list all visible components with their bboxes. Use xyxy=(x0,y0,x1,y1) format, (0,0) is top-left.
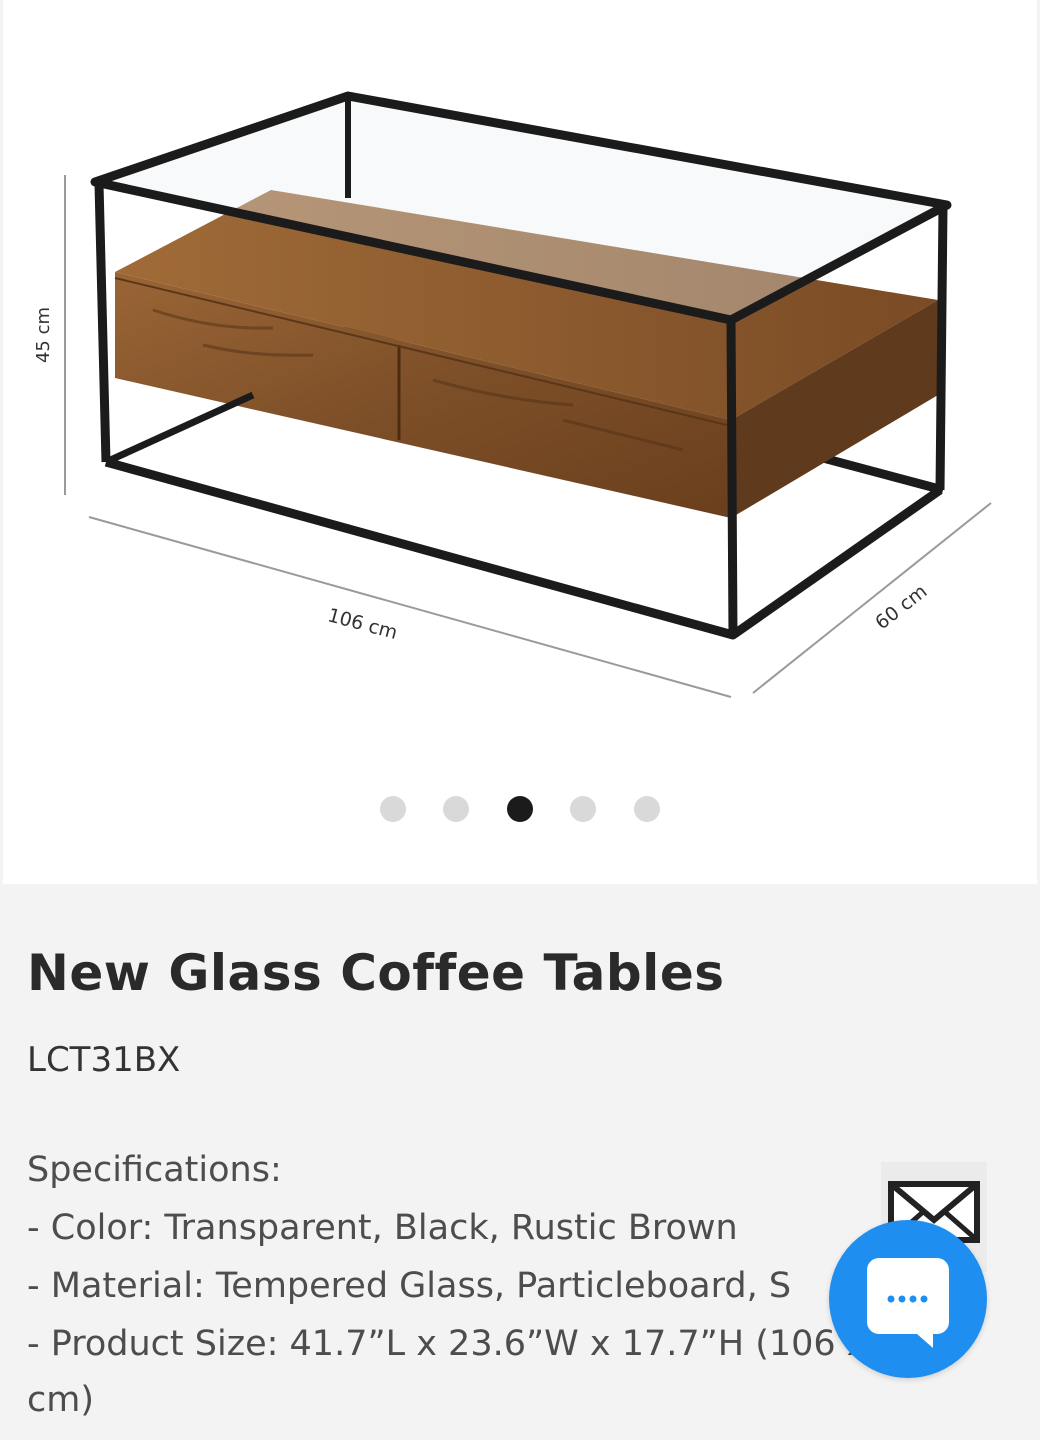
gallery-dot-4[interactable] xyxy=(570,796,596,822)
product-title: New Glass Coffee Tables xyxy=(27,944,725,1002)
spec-color: - Color: Transparent, Black, Rustic Brow… xyxy=(27,1208,738,1248)
dimension-labels: 45 cm 106 cm 60 cm xyxy=(33,307,931,644)
chat-bubble-icon xyxy=(867,1258,949,1348)
depth-label: 60 cm xyxy=(871,580,931,634)
gallery-dot-2[interactable] xyxy=(443,796,469,822)
spec-size-cont: cm) xyxy=(27,1380,94,1420)
gallery-dot-3[interactable] xyxy=(507,796,533,822)
product-image-gallery[interactable]: 45 cm 106 cm 60 cm xyxy=(3,0,1037,884)
spec-size: - Product Size: 41.7”L x 23.6”W x 17.7”H… xyxy=(27,1324,924,1364)
product-sku: LCT31BX xyxy=(27,1040,181,1080)
gallery-dot-1[interactable] xyxy=(380,796,406,822)
gallery-pagination xyxy=(3,796,1037,824)
length-label: 106 cm xyxy=(325,604,400,644)
spec-material: - Material: Tempered Glass, Particleboar… xyxy=(27,1266,792,1306)
height-label: 45 cm xyxy=(33,307,54,363)
chat-button[interactable] xyxy=(829,1220,987,1378)
specifications-heading: Specifications: xyxy=(27,1150,282,1190)
gallery-dot-5[interactable] xyxy=(634,796,660,822)
